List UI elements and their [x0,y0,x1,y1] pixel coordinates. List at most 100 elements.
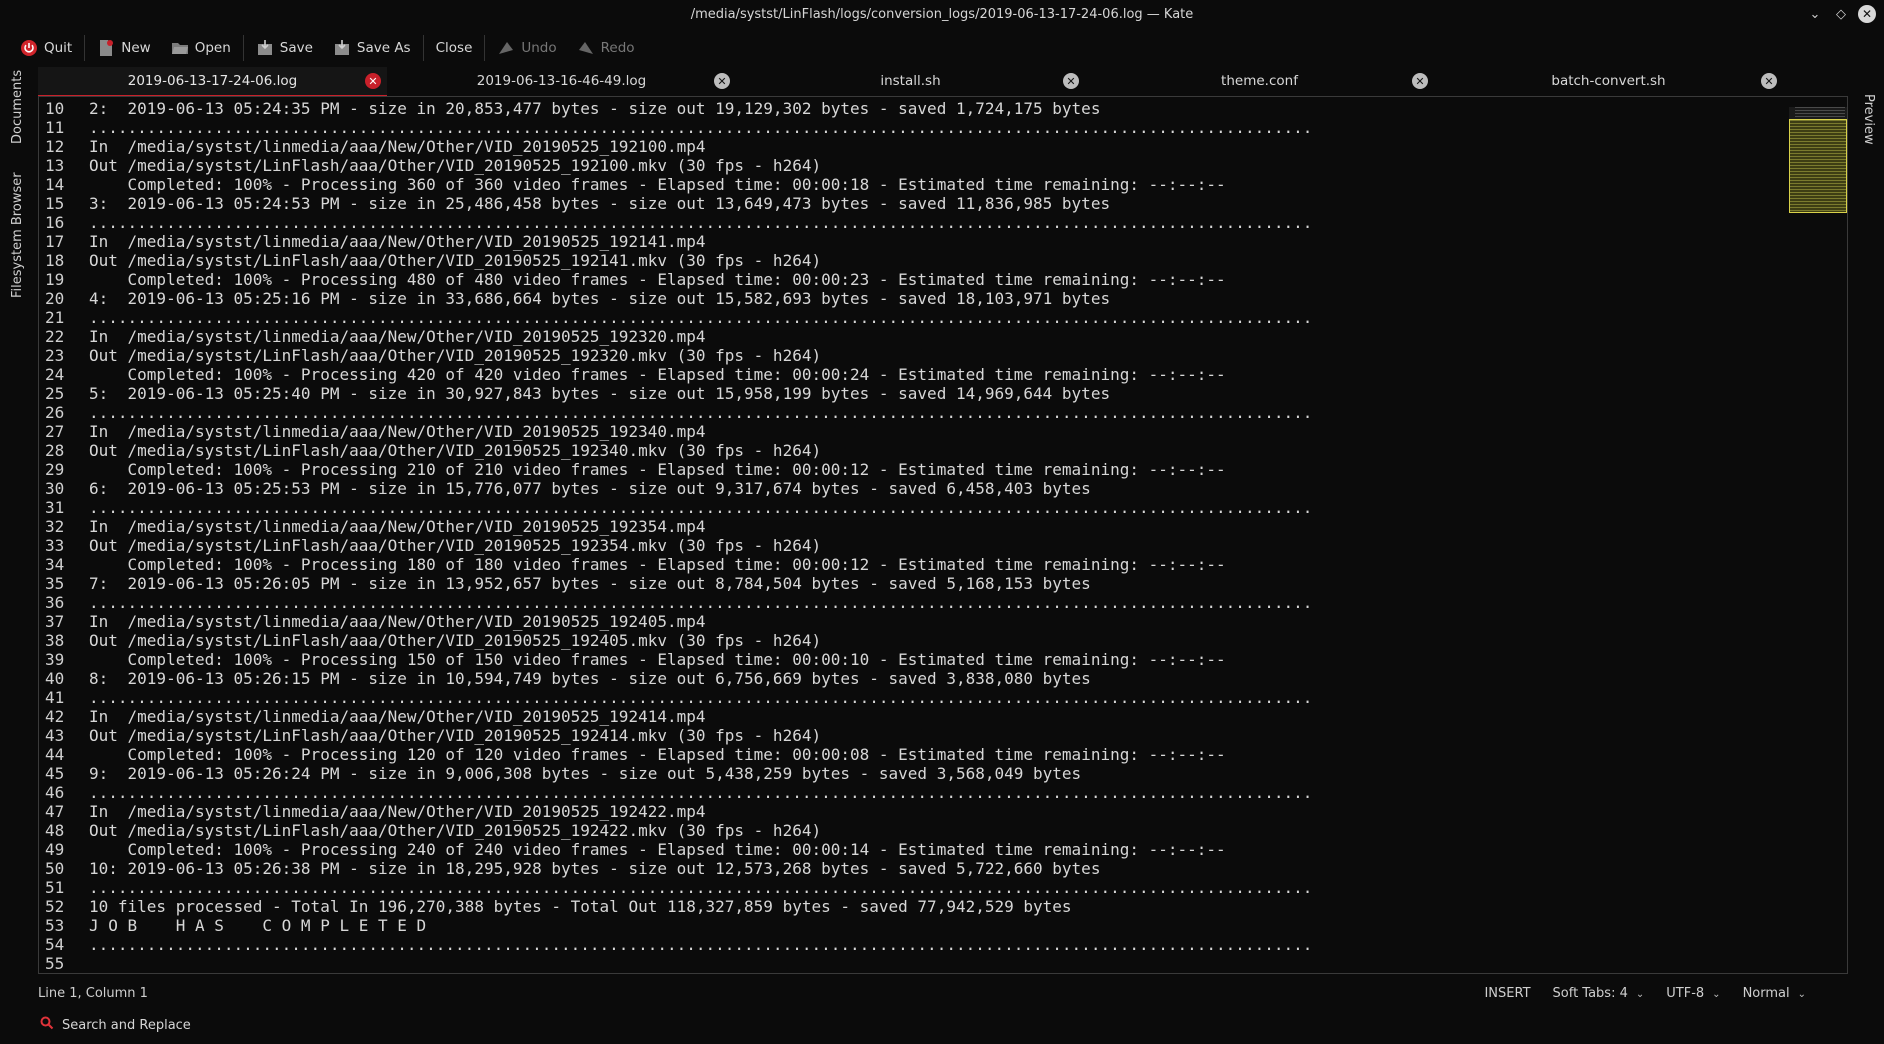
encoding-setting[interactable]: UTF-8 ⌄ [1666,986,1720,1001]
editor-line[interactable]: 26......................................… [39,403,1312,422]
editor-line[interactable]: 41......................................… [39,688,1312,707]
editor-line[interactable]: 30 6: 2019-06-13 05:25:53 PM - size in 15… [39,479,1312,498]
editor-line[interactable]: 36......................................… [39,593,1312,612]
undo-button[interactable]: Undo [487,33,566,63]
editor-line[interactable]: 54......................................… [39,935,1312,954]
editor-line[interactable]: 55 [39,954,1312,973]
maximize-icon[interactable]: ◇ [1832,5,1850,23]
edit-mode[interactable]: INSERT [1484,986,1530,1001]
minimap-scrollbar[interactable] [1789,107,1847,213]
editor-line[interactable]: 40 8: 2019-06-13 05:26:15 PM - size in 10… [39,669,1312,688]
line-text: ........................................… [89,878,1313,897]
editor-line[interactable]: 25 5: 2019-06-13 05:25:40 PM - size in 30… [39,384,1312,403]
tab-2019-06-13-17-24-06-log[interactable]: 2019-06-13-17-24-06.log ✕ [38,67,387,97]
line-text: In /media/systst/linmedia/aaa/New/Other/… [89,137,706,156]
text-editor-area[interactable]: 10 2: 2019-06-13 05:24:35 PM - size in 20… [38,96,1848,974]
input-mode-setting[interactable]: Normal ⌄ [1743,986,1806,1001]
line-number: 21 [45,308,65,327]
minimap-viewport[interactable] [1789,119,1847,213]
close-tab-icon[interactable]: ✕ [1761,73,1777,89]
editor-line[interactable]: 38 Out /media/systst/LinFlash/aaa/Other/V… [39,631,1312,650]
line-text: In /media/systst/linmedia/aaa/New/Other/… [89,517,706,536]
editor-line[interactable]: 42 In /media/systst/linmedia/aaa/New/Othe… [39,707,1312,726]
undo-icon [497,39,515,57]
preview-panel-tab[interactable]: Preview [1861,94,1876,145]
close-window-icon[interactable]: ✕ [1858,5,1876,23]
line-number: 24 [45,365,65,384]
editor-line[interactable]: 52 10 files processed - Total In 196,270,… [39,897,1312,916]
editor-line[interactable]: 17 In /media/systst/linmedia/aaa/New/Othe… [39,232,1312,251]
tab-theme-conf[interactable]: theme.conf ✕ [1085,67,1434,95]
editor-line[interactable]: 27 In /media/systst/linmedia/aaa/New/Othe… [39,422,1312,441]
editor-line[interactable]: 10 2: 2019-06-13 05:24:35 PM - size in 20… [39,99,1312,118]
tab-install-sh[interactable]: install.sh ✕ [736,67,1085,95]
redo-button[interactable]: Redo [567,33,645,63]
close-button[interactable]: Close [426,33,483,63]
line-number: 16 [45,213,65,232]
editor-line[interactable]: 47 In /media/systst/linmedia/aaa/New/Othe… [39,802,1312,821]
line-text: ........................................… [89,308,1313,327]
editor-line[interactable]: 19 Completed: 100% - Processing 480 of 4… [39,270,1312,289]
editor-line[interactable]: 45 9: 2019-06-13 05:26:24 PM - size in 9,… [39,764,1312,783]
line-text: Out /media/systst/LinFlash/aaa/Other/VID… [89,726,822,745]
editor-line[interactable]: 23 Out /media/systst/LinFlash/aaa/Other/V… [39,346,1312,365]
line-number: 39 [45,650,65,669]
line-text: 10 files processed - Total In 196,270,38… [89,897,1072,916]
editor-line[interactable]: 13 Out /media/systst/LinFlash/aaa/Other/V… [39,156,1312,175]
editor-line[interactable]: 53 J O B H A S C O M P L E T E D [39,916,1312,935]
line-number: 12 [45,137,65,156]
editor-line[interactable]: 11......................................… [39,118,1312,137]
editor-line[interactable]: 50 10: 2019-06-13 05:26:38 PM - size in 1… [39,859,1312,878]
editor-line[interactable]: 43 Out /media/systst/LinFlash/aaa/Other/V… [39,726,1312,745]
editor-line[interactable]: 48 Out /media/systst/LinFlash/aaa/Other/V… [39,821,1312,840]
line-text: 7: 2019-06-13 05:26:05 PM - size in 13,9… [89,574,1091,593]
tab-batch-convert-sh[interactable]: batch-convert.sh ✕ [1434,67,1783,95]
line-text: ........................................… [89,403,1313,422]
editor-line[interactable]: 14 Completed: 100% - Processing 360 of 3… [39,175,1312,194]
quit-button[interactable]: Quit [10,33,82,63]
close-tab-icon[interactable]: ✕ [714,73,730,89]
close-tab-icon[interactable]: ✕ [1412,73,1428,89]
tab-label: 2019-06-13-17-24-06.log [127,73,298,89]
filesystem-browser-panel-tab[interactable]: Filesystem Browser [10,172,25,298]
tab-2019-06-13-16-46-49-log[interactable]: 2019-06-13-16-46-49.log ✕ [387,67,736,95]
editor-line[interactable]: 44 Completed: 100% - Processing 120 of 1… [39,745,1312,764]
line-number: 27 [45,422,65,441]
editor-line[interactable]: 37 In /media/systst/linmedia/aaa/New/Othe… [39,612,1312,631]
editor-line[interactable]: 46......................................… [39,783,1312,802]
editor-line[interactable]: 31......................................… [39,498,1312,517]
minimize-icon[interactable]: ⌄ [1806,5,1824,23]
editor-line[interactable]: 33 Out /media/systst/LinFlash/aaa/Other/V… [39,536,1312,555]
editor-lines: 10 2: 2019-06-13 05:24:35 PM - size in 20… [39,99,1312,973]
indent-setting[interactable]: Soft Tabs: 4 ⌄ [1553,986,1645,1001]
line-text: 10: 2019-06-13 05:26:38 PM - size in 18,… [89,859,1101,878]
editor-line[interactable]: 34 Completed: 100% - Processing 180 of 1… [39,555,1312,574]
line-number: 38 [45,631,65,650]
new-button[interactable]: New [87,33,160,63]
close-tab-icon[interactable]: ✕ [1063,73,1079,89]
editor-line[interactable]: 20 4: 2019-06-13 05:25:16 PM - size in 33… [39,289,1312,308]
open-button[interactable]: Open [161,33,241,63]
editor-line[interactable]: 16......................................… [39,213,1312,232]
editor-line[interactable]: 29 Completed: 100% - Processing 210 of 2… [39,460,1312,479]
save-button[interactable]: Save [246,33,323,63]
cursor-position[interactable]: Line 1, Column 1 [38,986,148,1001]
search-and-replace-button[interactable]: Search and Replace [62,1018,191,1033]
line-text: Out /media/systst/LinFlash/aaa/Other/VID… [89,631,822,650]
editor-line[interactable]: 28 Out /media/systst/LinFlash/aaa/Other/V… [39,441,1312,460]
line-number: 40 [45,669,65,688]
editor-line[interactable]: 12 In /media/systst/linmedia/aaa/New/Othe… [39,137,1312,156]
editor-line[interactable]: 39 Completed: 100% - Processing 150 of 1… [39,650,1312,669]
editor-line[interactable]: 24 Completed: 100% - Processing 420 of 4… [39,365,1312,384]
close-tab-icon[interactable]: ✕ [365,73,381,89]
editor-line[interactable]: 22 In /media/systst/linmedia/aaa/New/Othe… [39,327,1312,346]
editor-line[interactable]: 18 Out /media/systst/LinFlash/aaa/Other/V… [39,251,1312,270]
editor-line[interactable]: 35 7: 2019-06-13 05:26:05 PM - size in 13… [39,574,1312,593]
editor-line[interactable]: 15 3: 2019-06-13 05:24:53 PM - size in 25… [39,194,1312,213]
save-as-button[interactable]: Save As [323,33,421,63]
editor-line[interactable]: 49 Completed: 100% - Processing 240 of 2… [39,840,1312,859]
editor-line[interactable]: 51......................................… [39,878,1312,897]
editor-line[interactable]: 21......................................… [39,308,1312,327]
editor-line[interactable]: 32 In /media/systst/linmedia/aaa/New/Othe… [39,517,1312,536]
documents-panel-tab[interactable]: Documents [10,70,25,144]
